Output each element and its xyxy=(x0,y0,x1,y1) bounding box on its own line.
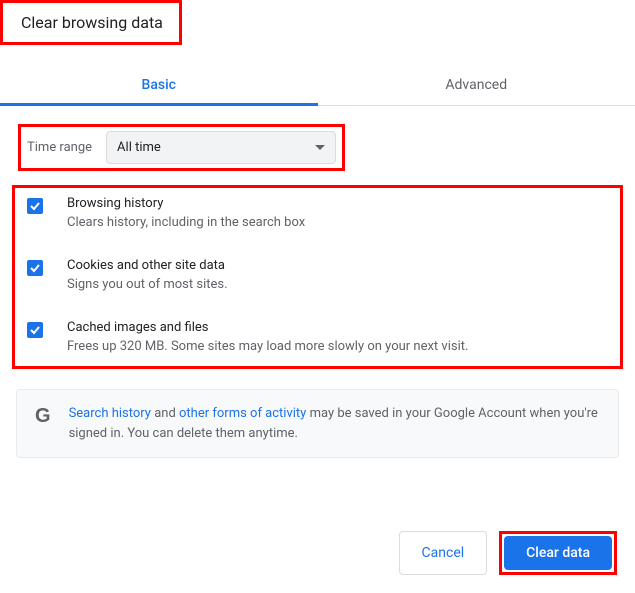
tab-basic[interactable]: Basic xyxy=(0,65,318,105)
option-desc: Frees up 320 MB. Some sites may load mor… xyxy=(67,339,468,354)
clear-data-button[interactable]: Clear data xyxy=(504,536,612,570)
option-desc: Clears history, including in the search … xyxy=(67,215,305,230)
info-text: Search history and other forms of activi… xyxy=(69,404,600,443)
dialog-buttons: Cancel Clear data xyxy=(399,531,617,575)
option-title: Cached images and files xyxy=(67,320,468,335)
time-range-label: Time range xyxy=(27,140,92,155)
option-browsing-history: Browsing history Clears history, includi… xyxy=(23,196,612,230)
check-icon xyxy=(29,200,41,212)
cancel-button[interactable]: Cancel xyxy=(399,531,488,575)
options-group: Browsing history Clears history, includi… xyxy=(12,185,623,369)
time-range-selected: All time xyxy=(117,140,161,155)
option-cookies: Cookies and other site data Signs you ou… xyxy=(23,258,612,292)
dialog-title: Clear browsing data xyxy=(3,3,179,42)
tab-advanced[interactable]: Advanced xyxy=(318,65,635,105)
time-range-select[interactable]: All time xyxy=(106,131,336,164)
time-range-row: Time range All time xyxy=(18,124,345,171)
google-g-icon: G xyxy=(35,404,51,428)
checkbox-browsing-history[interactable] xyxy=(27,198,43,214)
link-search-history[interactable]: Search history xyxy=(69,406,151,421)
option-title: Browsing history xyxy=(67,196,305,211)
option-desc: Signs you out of most sites. xyxy=(67,277,228,292)
clear-browsing-data-dialog: Clear browsing data Basic Advanced Time … xyxy=(0,0,635,458)
option-cache: Cached images and files Frees up 320 MB.… xyxy=(23,320,612,354)
chevron-down-icon xyxy=(315,140,325,155)
checkbox-cache[interactable] xyxy=(27,322,43,338)
option-title: Cookies and other site data xyxy=(67,258,228,273)
check-icon xyxy=(29,262,41,274)
link-other-activity[interactable]: other forms of activity xyxy=(179,406,306,421)
tabs: Basic Advanced xyxy=(0,65,635,106)
checkbox-cookies[interactable] xyxy=(27,260,43,276)
check-icon xyxy=(29,324,41,336)
info-box: G Search history and other forms of acti… xyxy=(16,389,619,458)
